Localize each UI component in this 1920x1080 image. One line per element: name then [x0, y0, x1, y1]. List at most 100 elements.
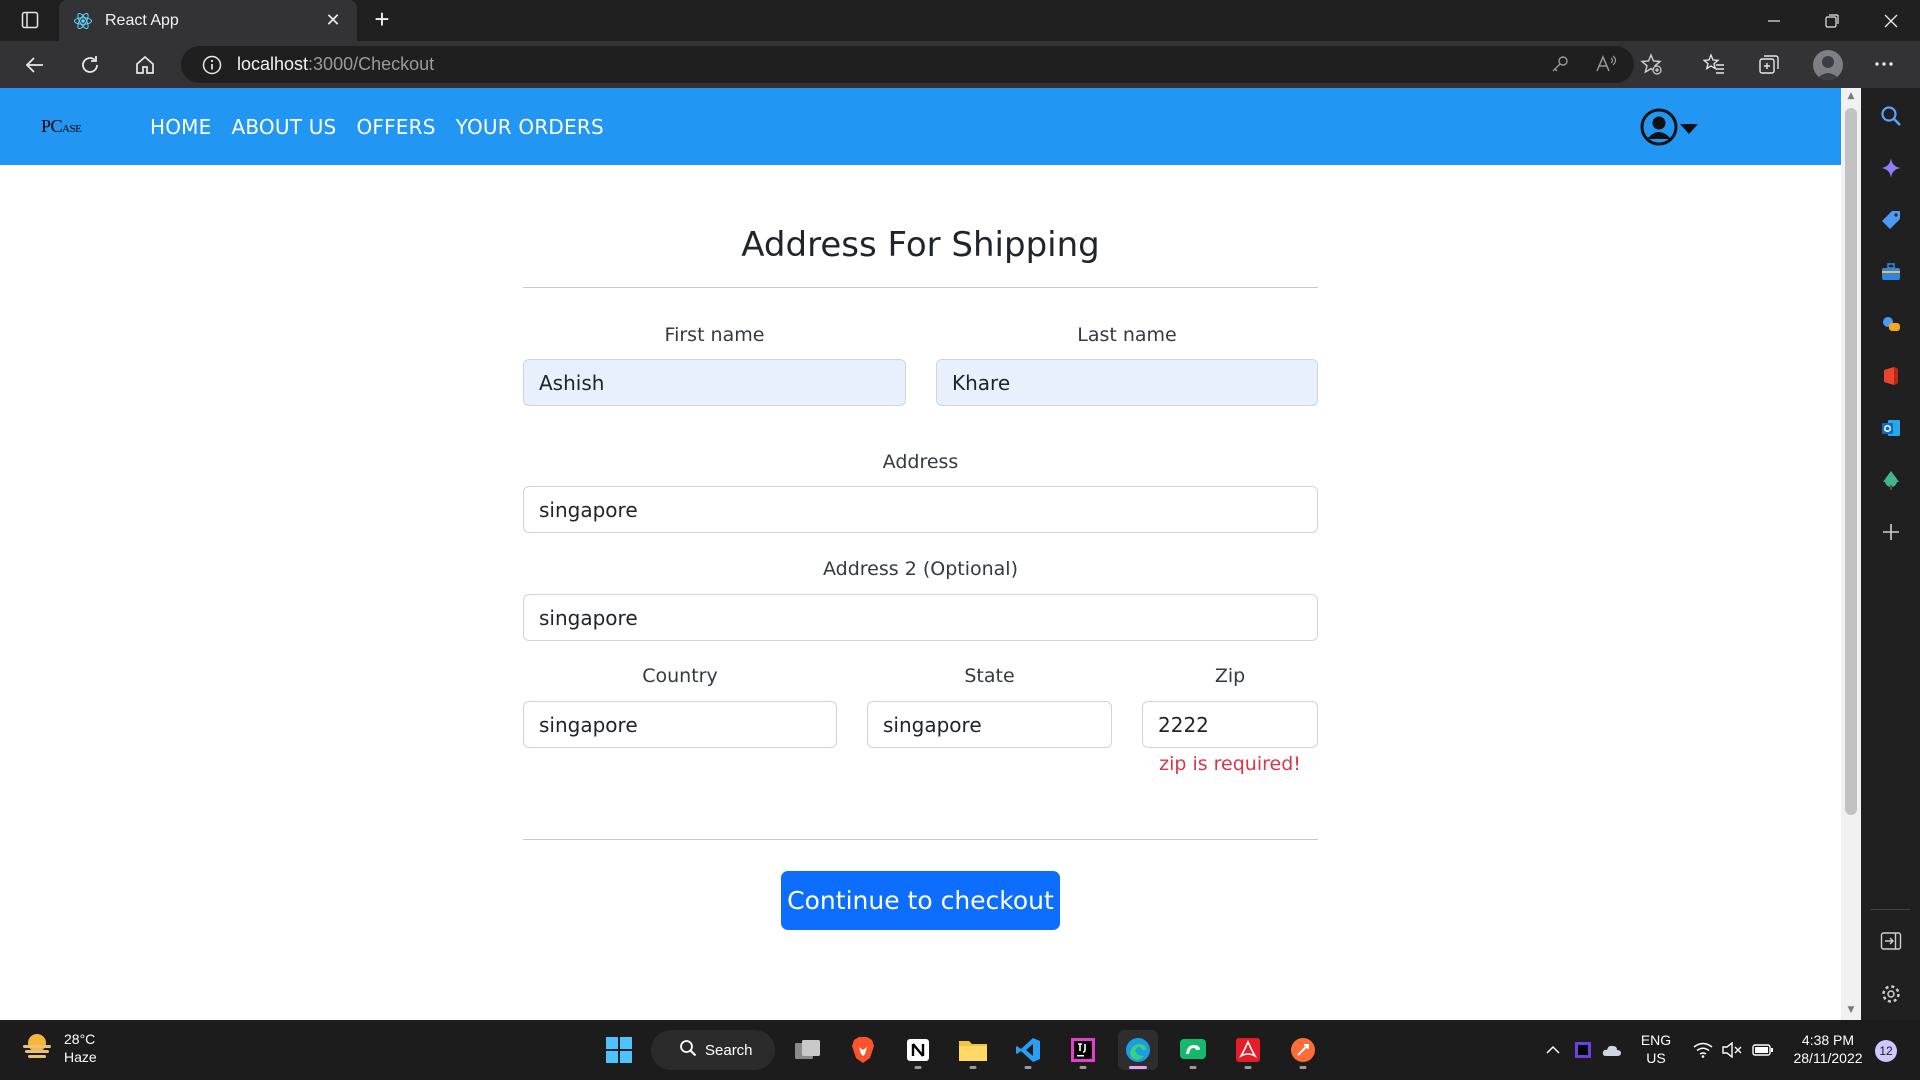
url-path: :3000/Checkout — [308, 54, 435, 74]
notion-icon[interactable] — [898, 1030, 938, 1070]
continue-to-checkout-button[interactable]: Continue to checkout — [781, 871, 1060, 930]
settings-gear-icon[interactable] — [1878, 981, 1904, 1007]
add-favorite-icon[interactable] — [1636, 49, 1666, 79]
weather-temperature: 28°C — [64, 1031, 96, 1047]
user-menu-dropdown[interactable] — [1639, 107, 1699, 151]
password-key-icon[interactable] — [1545, 49, 1575, 79]
address-bar[interactable]: localhost:3000/Checkout — [181, 46, 1634, 83]
url-host: localhost — [237, 54, 309, 74]
first-name-input[interactable]: Ashish — [523, 359, 906, 406]
page-scrollbar[interactable]: ▲ ▼ — [1841, 88, 1861, 1020]
browser-tab-active[interactable]: React App ✕ — [59, 0, 357, 41]
brand-small: ASE — [62, 123, 82, 135]
clock[interactable]: 4:38 PM 28/11/2022 — [1786, 1031, 1870, 1067]
last-name-label: Last name — [1077, 324, 1177, 346]
browser-titlebar: React App ✕ + — [0, 0, 1920, 41]
task-view-icon[interactable] — [788, 1030, 828, 1070]
hide-sidebar-icon[interactable] — [1878, 928, 1904, 954]
tools-briefcase-icon[interactable] — [1878, 259, 1904, 285]
state-input[interactable]: singapore — [867, 701, 1112, 748]
running-indicator — [1189, 1066, 1197, 1069]
tab-close-icon[interactable]: ✕ — [323, 10, 343, 31]
site-info-icon[interactable] — [201, 54, 223, 76]
acrobat-icon[interactable] — [1228, 1030, 1268, 1070]
language-code: ENG — [1640, 1032, 1672, 1048]
nav-home[interactable]: HOME — [150, 115, 211, 139]
chat-app-icon[interactable] — [1173, 1030, 1213, 1070]
cloud-tray-icon[interactable] — [1600, 1030, 1624, 1070]
taskbar-search[interactable]: Search — [651, 1030, 775, 1070]
weather-widget[interactable]: 28°C Haze — [20, 1030, 97, 1066]
battery-icon[interactable] — [1750, 1030, 1776, 1070]
games-icon[interactable] — [1878, 311, 1904, 337]
taskbar-search-icon — [679, 1039, 697, 1061]
active-indicator — [1129, 1066, 1147, 1069]
nav-about-us[interactable]: ABOUT US — [231, 115, 336, 139]
home-icon[interactable] — [129, 49, 161, 81]
user-account-icon — [1639, 107, 1679, 151]
new-tab-button[interactable]: + — [368, 6, 396, 34]
clock-time: 4:38 PM — [1801, 1032, 1855, 1048]
start-windows-icon[interactable] — [599, 1030, 639, 1070]
wifi-icon[interactable] — [1690, 1030, 1716, 1070]
edge-sidebar — [1861, 88, 1920, 1020]
refresh-icon[interactable] — [74, 49, 106, 81]
postman-icon[interactable] — [1283, 1030, 1323, 1070]
intellij-icon[interactable] — [1063, 1030, 1103, 1070]
notification-count-badge[interactable]: 12 — [1875, 1040, 1897, 1062]
region-code: US — [1646, 1050, 1666, 1066]
volume-muted-icon[interactable] — [1719, 1030, 1745, 1070]
show-hidden-icons-icon[interactable] — [1541, 1030, 1565, 1070]
address-label: Address — [882, 451, 959, 473]
windows-taskbar: 28°C Haze Search ENG US 4:38 PM 28/11/20… — [0, 1020, 1920, 1080]
address2-input[interactable]: singapore — [523, 594, 1318, 641]
weather-description: Haze — [64, 1049, 97, 1065]
outlook-icon[interactable] — [1878, 415, 1904, 441]
profile-avatar[interactable] — [1813, 50, 1843, 80]
weather-haze-icon — [20, 1031, 54, 1065]
close-window-button[interactable] — [1862, 0, 1920, 41]
scroll-thumb[interactable] — [1845, 108, 1857, 815]
collections-icon[interactable] — [1754, 49, 1784, 79]
scroll-up-icon[interactable]: ▲ — [1845, 90, 1857, 102]
country-label: Country — [642, 665, 718, 687]
brand-main: PC — [41, 116, 63, 136]
chevron-down-icon — [1679, 120, 1699, 139]
tab-actions-icon[interactable] — [18, 8, 42, 32]
intellij-tray-icon[interactable] — [1571, 1030, 1595, 1070]
nav-your-orders[interactable]: YOUR ORDERS — [456, 115, 604, 139]
minimize-button[interactable] — [1745, 0, 1803, 41]
discover-sparkle-icon[interactable] — [1878, 155, 1904, 181]
office-icon[interactable] — [1878, 363, 1904, 389]
zip-input[interactable]: 2222 — [1142, 701, 1318, 748]
scroll-down-icon[interactable]: ▼ — [1845, 1004, 1857, 1016]
back-icon[interactable] — [19, 49, 51, 81]
running-indicator — [1244, 1066, 1252, 1069]
last-name-input[interactable]: Khare — [936, 359, 1318, 406]
tree-drop-icon[interactable] — [1878, 467, 1904, 493]
edge-browser-icon[interactable] — [1118, 1030, 1158, 1070]
shopping-tag-icon[interactable] — [1878, 207, 1904, 233]
brave-browser-icon[interactable] — [843, 1030, 883, 1070]
brand-logo[interactable]: PCASE — [41, 116, 82, 137]
address-input[interactable]: singapore — [523, 486, 1318, 533]
file-explorer-icon[interactable] — [953, 1030, 993, 1070]
vscode-icon[interactable] — [1008, 1030, 1048, 1070]
search-icon[interactable] — [1878, 103, 1904, 129]
react-favicon-icon — [73, 11, 93, 31]
language-indicator[interactable]: ENG US — [1636, 1031, 1676, 1067]
first-name-label: First name — [664, 324, 765, 346]
address2-label: Address 2 (Optional) — [823, 558, 1018, 580]
clock-date: 28/11/2022 — [1793, 1050, 1863, 1066]
state-label: State — [964, 665, 1015, 687]
nav-links: HOME ABOUT US OFFERS YOUR ORDERS — [150, 88, 604, 165]
read-aloud-icon[interactable] — [1591, 49, 1621, 79]
app-navbar: PCASE HOME ABOUT US OFFERS YOUR ORDERS — [0, 88, 1841, 165]
country-input[interactable]: singapore — [523, 701, 837, 748]
taskbar-search-label: Search — [705, 1041, 753, 1059]
add-sidebar-app-icon[interactable] — [1878, 519, 1904, 545]
nav-offers[interactable]: OFFERS — [356, 115, 435, 139]
restore-button[interactable] — [1803, 0, 1861, 41]
more-options-icon[interactable] — [1869, 49, 1899, 79]
favorites-icon[interactable] — [1699, 49, 1729, 79]
